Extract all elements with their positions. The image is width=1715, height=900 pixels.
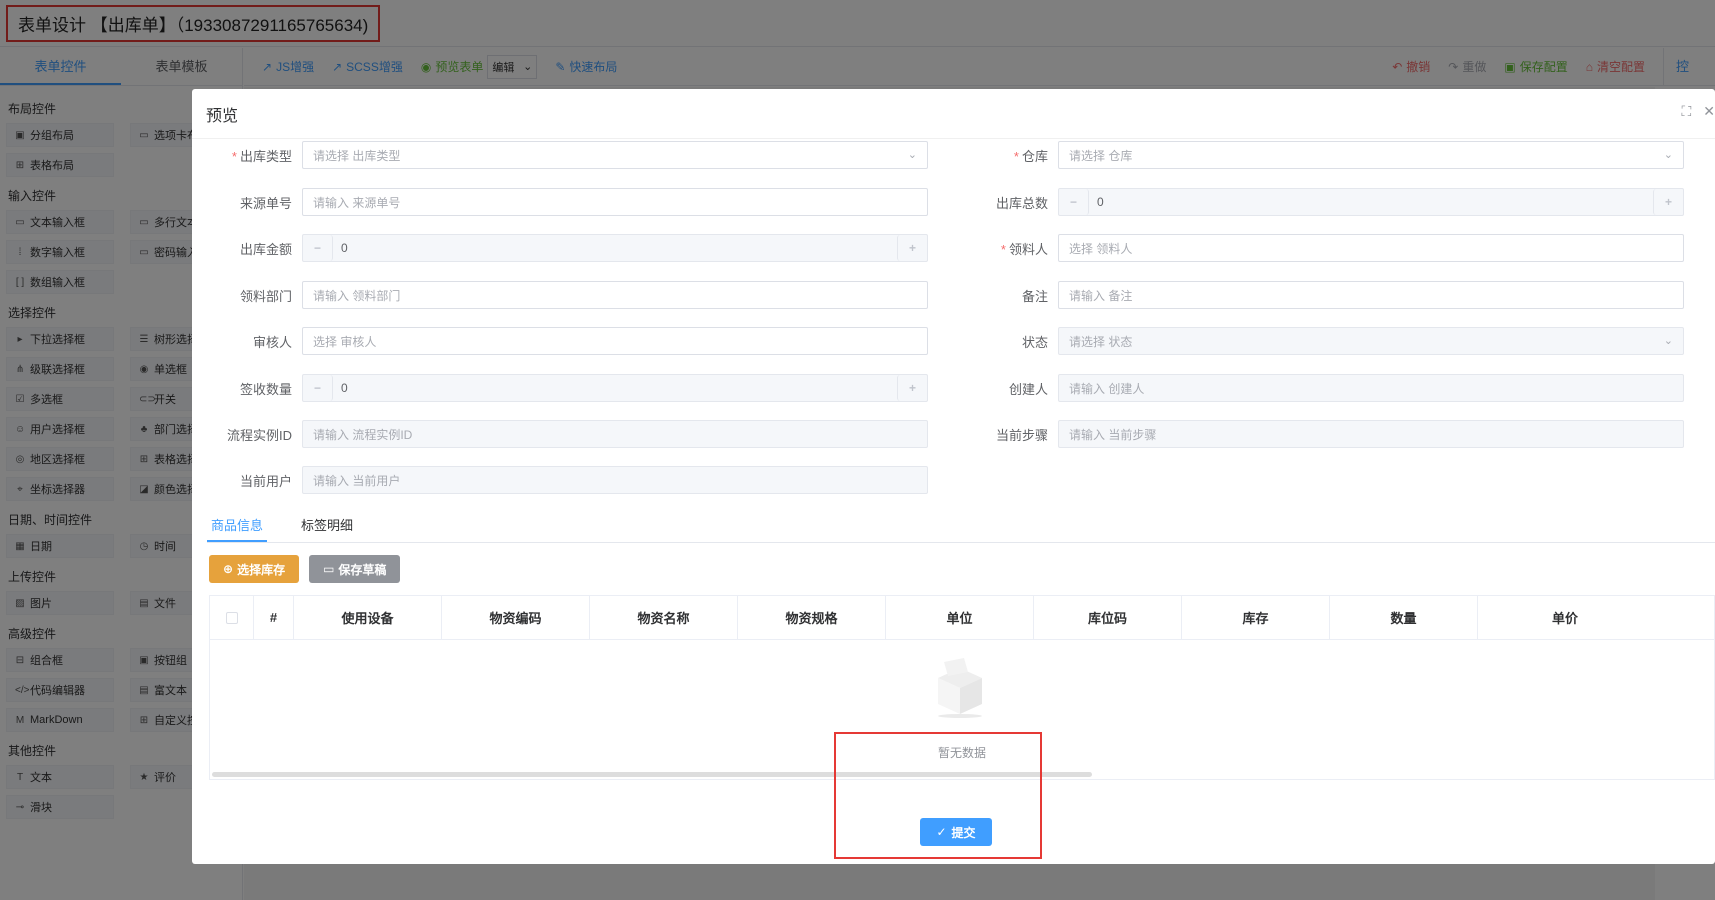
total-qty-label: 出库总数 (995, 195, 1048, 211)
form-row: 出库金额 − 0 + * 领料人 选择 领料人 (192, 234, 1715, 264)
minus-icon: − (1059, 189, 1089, 215)
auditor-field: 审核人 选择 审核人 (192, 327, 928, 355)
out-type-select[interactable]: 请选择 出库类型 ⌄ (302, 141, 928, 169)
remark-field: 备注 请输入 备注 (948, 281, 1684, 309)
chevron-down-icon: ⌄ (1663, 149, 1673, 161)
table-column-header: 库存 (1182, 596, 1330, 639)
form-row: 领料部门 请输入 领料部门 备注 请输入 备注 (192, 281, 1715, 311)
close-icon[interactable]: ✕ (1703, 103, 1715, 120)
auditor-select[interactable]: 选择 审核人 (302, 327, 928, 355)
table-column-header: 物资名称 (590, 596, 738, 639)
auditor-label: 审核人 (252, 334, 292, 350)
amount-label: 出库金额 (239, 241, 292, 257)
chevron-down-icon: ⌄ (1663, 335, 1673, 347)
table-actions: ⊕ 选择库存 ▭ 保存草稿 (209, 555, 401, 583)
flow-id-label: 流程实例ID (226, 427, 292, 443)
user-input: 请输入 当前用户 (302, 466, 928, 494)
form-row: 当前用户 请输入 当前用户 (192, 466, 1715, 496)
select-all-checkbox[interactable] (225, 611, 238, 624)
form-row: * 出库类型 请选择 出库类型 ⌄ * 仓库 请选择 仓库 ⌄ (192, 141, 1715, 171)
tab-goods-info[interactable]: 商品信息 (207, 509, 268, 542)
source-no-input[interactable]: 请输入 来源单号 (302, 188, 928, 216)
receiver-label: 领料人 (1008, 241, 1048, 257)
minus-icon: − (303, 375, 333, 401)
flow-id-field: 流程实例ID 请输入 流程实例ID (192, 420, 928, 448)
table-column-header: 物资编码 (442, 596, 590, 639)
folder-icon: ▭ (323, 562, 335, 576)
status-field: 状态 请选择 状态 ⌄ (948, 327, 1684, 355)
user-field: 当前用户 请输入 当前用户 (192, 466, 928, 494)
table-header: # 使用设备 物资编码 物资名称 物资规格 单位 库位码 库存 数量 单价 (210, 596, 1714, 640)
creator-label: 创建人 (1008, 381, 1048, 397)
table-column-header: 库位码 (1034, 596, 1182, 639)
creator-field: 创建人 请输入 创建人 (948, 374, 1684, 402)
receiver-select[interactable]: 选择 领料人 (1058, 234, 1684, 262)
table-column-header: 物资规格 (738, 596, 886, 639)
step-input: 请输入 当前步骤 (1058, 420, 1684, 448)
sign-qty-stepper: − 0 + (302, 374, 928, 402)
out-type-field: * 出库类型 请选择 出库类型 ⌄ (192, 141, 928, 169)
status-label: 状态 (1021, 334, 1048, 350)
amount-stepper: − 0 + (302, 234, 928, 262)
table-column-header: 数量 (1330, 596, 1478, 639)
select-all-cell (210, 596, 254, 639)
form-row: 审核人 选择 审核人 状态 请选择 状态 ⌄ (192, 327, 1715, 357)
preview-dialog: 预览 ⛶ ✕ * 出库类型 请选择 出库类型 ⌄ * 仓库 请选择 仓库 ⌄ 来源单号 … (192, 89, 1715, 864)
sign-qty-field: 签收数量 − 0 + (192, 374, 928, 402)
select-stock-button[interactable]: ⊕ 选择库存 (209, 555, 300, 583)
user-label: 当前用户 (239, 473, 292, 489)
remark-input[interactable]: 请输入 备注 (1058, 281, 1684, 309)
form-row: 流程实例ID 请输入 流程实例ID 当前步骤 请输入 当前步骤 (192, 420, 1715, 450)
step-label: 当前步骤 (995, 427, 1048, 443)
source-no-label: 来源单号 (239, 195, 292, 211)
dialog-title: 预览 (206, 107, 239, 125)
save-draft-button[interactable]: ▭ 保存草稿 (309, 555, 401, 583)
warehouse-label: 仓库 (1021, 148, 1048, 164)
sign-qty-label: 签收数量 (239, 381, 292, 397)
remark-label: 备注 (1021, 288, 1048, 304)
table-column-header: # (254, 596, 294, 639)
warehouse-field: * 仓库 请选择 仓库 ⌄ (948, 141, 1684, 169)
out-type-label: 出库类型 (239, 148, 292, 164)
preview-form: * 出库类型 请选择 出库类型 ⌄ * 仓库 请选择 仓库 ⌄ 来源单号 请输入 来源单… (192, 139, 1715, 499)
warehouse-select[interactable]: 请选择 仓库 ⌄ (1058, 141, 1684, 169)
creator-input: 请输入 创建人 (1058, 374, 1684, 402)
form-row: 签收数量 − 0 + 创建人 请输入 创建人 (192, 374, 1715, 404)
fullscreen-icon[interactable]: ⛶ (1681, 103, 1691, 120)
highlight-box (834, 732, 1042, 859)
total-qty-stepper: − 0 + (1058, 188, 1684, 216)
status-select: 请选择 状态 ⌄ (1058, 327, 1684, 355)
dialog-header: 预览 ⛶ ✕ (192, 89, 1715, 139)
detail-tabs: 商品信息 标签明细 (207, 509, 1715, 543)
step-field: 当前步骤 请输入 当前步骤 (948, 420, 1684, 448)
plus-circle-icon: ⊕ (223, 562, 234, 576)
minus-icon: − (303, 235, 333, 261)
amount-field: 出库金额 − 0 + (192, 234, 928, 262)
form-row: 来源单号 请输入 来源单号 出库总数 − 0 + (192, 188, 1715, 218)
empty-box-icon (938, 658, 982, 718)
plus-icon: + (897, 375, 927, 401)
flow-id-input: 请输入 流程实例ID (302, 420, 928, 448)
table-column-header: 使用设备 (294, 596, 442, 639)
dialog-actions: ⛶ ✕ (1681, 103, 1715, 120)
dept-field: 领料部门 请输入 领料部门 (192, 281, 928, 309)
chevron-down-icon: ⌄ (907, 149, 917, 161)
plus-icon: + (1653, 189, 1683, 215)
tab-label-detail[interactable]: 标签明细 (297, 509, 357, 542)
table-column-header: 单位 (886, 596, 1034, 639)
receiver-field: * 领料人 选择 领料人 (948, 234, 1684, 262)
plus-icon: + (897, 235, 927, 261)
source-no-field: 来源单号 请输入 来源单号 (192, 188, 928, 216)
dept-input[interactable]: 请输入 领料部门 (302, 281, 928, 309)
total-qty-field: 出库总数 − 0 + (948, 188, 1684, 216)
table-column-header: 单价 (1551, 611, 1578, 626)
dept-label: 领料部门 (239, 288, 292, 304)
